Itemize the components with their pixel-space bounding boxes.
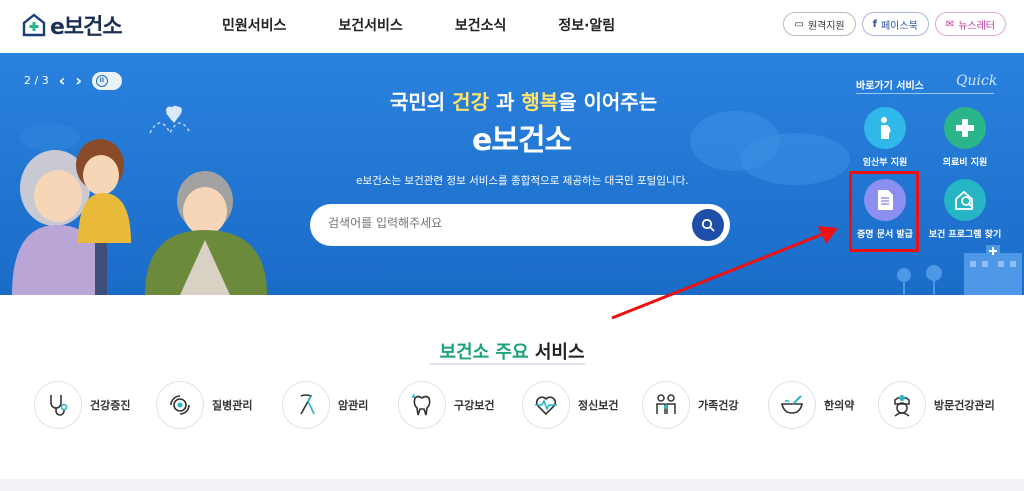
family-icon (642, 381, 690, 429)
pregnant-icon (864, 107, 906, 149)
highlight-box (849, 171, 919, 252)
nav-item-info[interactable]: 정보·알림 (558, 15, 615, 35)
service-item-disease[interactable]: 질병관리 (156, 381, 252, 429)
service-item-oriental-medicine[interactable]: 한의약 (768, 381, 854, 429)
newsletter-label: 뉴스레터 (958, 20, 995, 32)
tooth-icon (398, 381, 446, 429)
quick-item-label: 보건 프로그램 찾기 (928, 230, 1002, 240)
service-item-mental[interactable]: 정신보건 (522, 381, 618, 429)
quick-item-pregnancy[interactable]: 임산부 지원 (840, 107, 930, 168)
search-input[interactable] (328, 216, 688, 230)
hero-banner: 2 / 3 ‹ › II 국민의 건강 과 행복을 이어주는 e보건소 e보건소… (0, 53, 1024, 295)
hero-title: e보건소 (472, 123, 572, 158)
virus-icon (156, 381, 204, 429)
slide-separator: / (34, 74, 39, 87)
service-label: 한의약 (824, 399, 855, 412)
nurse-icon (878, 381, 926, 429)
remote-support-button[interactable]: ▭ 원격지원 (783, 12, 856, 36)
service-label: 암관리 (338, 399, 369, 412)
ribbon-icon (282, 381, 330, 429)
site-header: e보건소 민원서비스 보건서비스 보건소식 정보·알림 ▭ 원격지원 f 페이스… (0, 0, 1024, 52)
footer-strip (0, 479, 1024, 491)
service-item-family[interactable]: 가족건강 (642, 381, 738, 429)
service-label: 정신보건 (578, 399, 619, 412)
family-illustration (12, 105, 267, 295)
logo-text: e보건소 (50, 15, 123, 40)
services-title: 보건소 주요 서비스 (0, 338, 1024, 364)
facebook-label: 페이스북 (880, 20, 918, 32)
quick-label: 바로가기 서비스 (856, 81, 924, 92)
services-title-green: 보건소 주요 (439, 342, 529, 363)
tagline-part1: 국민의 (390, 90, 453, 114)
monitor-icon: ▭ (794, 18, 804, 30)
main-nav: 민원서비스 보건서비스 보건소식 정보·알림 (222, 15, 667, 35)
nav-item-civil[interactable]: 민원서비스 (222, 15, 286, 35)
tagline-part2: 과 (488, 90, 522, 114)
heartbeat-icon (522, 381, 570, 429)
service-item-visiting-care[interactable]: 방문건강관리 (878, 381, 995, 429)
quick-item-program-search[interactable]: 보건 프로그램 찾기 (920, 179, 1010, 240)
service-label: 질병관리 (212, 399, 253, 412)
service-label: 방문건강관리 (934, 399, 995, 412)
tagline-part3: 을 이어주는 (558, 90, 658, 114)
quick-item-medical-expense[interactable]: 의료비 지원 (920, 107, 1010, 168)
tagline-highlight-health: 건강 (452, 90, 489, 114)
site-logo[interactable]: e보건소 (22, 9, 123, 41)
services-title-underline (430, 363, 585, 365)
hero-tagline: 국민의 건강 과 행복을 이어주는 (390, 86, 657, 115)
program-search-icon (944, 179, 986, 221)
quick-label-en: Quick (956, 73, 998, 89)
facebook-button[interactable]: f 페이스북 (861, 12, 929, 36)
slide-current: 2 (24, 74, 31, 87)
services-title-rest: 서비스 (528, 342, 585, 363)
cloud-decoration (740, 133, 850, 185)
slide-total: 3 (41, 74, 49, 87)
newsletter-icon: ✉ (945, 18, 955, 30)
facebook-icon: f (872, 18, 877, 30)
pause-icon: II (95, 74, 108, 87)
slide-pager: 2 / 3 ‹ › II (24, 71, 122, 90)
search-icon (701, 218, 715, 232)
quick-item-label: 의료비 지원 (942, 158, 988, 168)
newsletter-button[interactable]: ✉ 뉴스레터 (934, 12, 1006, 36)
service-label: 건강증진 (90, 399, 131, 412)
nav-item-news[interactable]: 보건소식 (455, 15, 507, 35)
next-slide-icon[interactable]: › (75, 71, 82, 90)
search-box (310, 204, 730, 246)
pause-toggle[interactable]: II (91, 71, 122, 90)
service-item-health-promotion[interactable]: 건강증진 (34, 381, 130, 429)
service-item-cancer[interactable]: 암관리 (282, 381, 368, 429)
tagline-highlight-happiness: 행복 (521, 90, 559, 114)
medical-cross-icon (944, 107, 986, 149)
remote-support-label: 원격지원 (807, 20, 845, 32)
services-list: 건강증진 질병관리 암관리 구강보건 정신보건 가족건강 한의약 방문건강관리 (34, 381, 1024, 431)
util-buttons: ▭ 원격지원 f 페이스북 ✉ 뉴스레터 (783, 12, 1006, 36)
prev-slide-icon[interactable]: ‹ (59, 71, 66, 90)
quick-divider (856, 93, 994, 94)
service-label: 구강보건 (454, 399, 495, 412)
mortar-icon (768, 381, 816, 429)
search-button[interactable] (692, 209, 724, 241)
slide-counter: 2 / 3 (24, 74, 49, 87)
nav-item-health[interactable]: 보건서비스 (338, 15, 402, 35)
house-cross-icon (22, 13, 46, 37)
service-item-oral[interactable]: 구강보건 (398, 381, 494, 429)
quick-item-label: 임산부 지원 (862, 158, 908, 168)
stethoscope-icon (34, 381, 82, 429)
service-label: 가족건강 (698, 399, 739, 412)
city-hospital-illustration (897, 245, 1022, 295)
hero-description: e보건소는 보건관련 정보 서비스를 종합적으로 제공하는 대국민 포털입니다. (356, 175, 689, 187)
